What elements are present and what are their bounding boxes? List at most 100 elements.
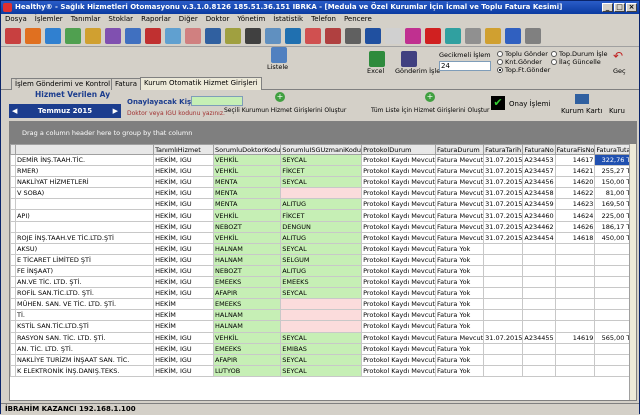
radio-top-ft-gonder[interactable]: Top.Ft.Gönder (497, 66, 550, 74)
table-cell[interactable]: Protokol Kaydı Mevcut (361, 276, 436, 289)
table-cell[interactable]: HEKİM, IGU (153, 287, 214, 300)
menu-tanimlar[interactable]: Tanımlar (67, 14, 105, 25)
table-cell[interactable] (280, 298, 363, 311)
table-cell[interactable]: Fatura Yok (434, 364, 485, 377)
table-cell[interactable]: HEKİM, IGU (153, 353, 214, 366)
table-cell[interactable]: 31.07.2015 (483, 198, 524, 211)
table-cell[interactable] (280, 187, 363, 200)
excel-button[interactable]: Excel (367, 67, 384, 75)
table-cell[interactable]: HEKİM, IGU (153, 242, 214, 255)
table-cell[interactable]: Fatura Yok (434, 342, 485, 355)
table-cell[interactable]: A234456 (522, 176, 556, 189)
table-row[interactable]: V SOBA) HEKİM, IGU MENTA Protokol Kaydı Mev… (10, 187, 636, 200)
menu-telefon[interactable]: Telefon (307, 14, 340, 25)
table-cell[interactable]: 14621 (554, 165, 596, 178)
maximize-button[interactable]: □ (614, 3, 625, 12)
table-cell[interactable]: 31.07.2015 (483, 209, 524, 222)
undo-label[interactable]: Geç (613, 67, 626, 75)
table-cell[interactable]: FİKCET (280, 165, 363, 178)
vertical-scrollbar[interactable] (629, 144, 636, 400)
table-cell[interactable]: 31.07.2015 (483, 176, 524, 189)
table-cell[interactable]: EMEEKS (280, 276, 363, 289)
table-cell[interactable]: API) (14, 209, 155, 222)
table-cell[interactable] (483, 276, 524, 289)
table-cell[interactable]: HALNAM (212, 253, 282, 266)
monitor-icon[interactable] (245, 28, 261, 44)
table-cell[interactable]: SEYCAL (280, 353, 363, 366)
table-cell[interactable]: SEYCAL (280, 176, 363, 189)
report-icon[interactable] (85, 28, 101, 44)
table-row[interactable]: K ELEKTRONİK İNŞ.DANIŞ.TEKS. HEKİM, IGU LU… (10, 364, 636, 377)
table-cell[interactable]: K ELEKTRONİK İNŞ.DANIŞ.TEKS. (14, 364, 155, 377)
table-cell[interactable]: Fatura Yok (434, 242, 485, 255)
table-cell[interactable]: Protokol Kaydı Mevcut (361, 153, 436, 167)
table-cell[interactable] (280, 320, 363, 333)
table-cell[interactable] (483, 242, 524, 255)
month-picker[interactable]: ◀ Temmuz 2015 ▶ (9, 104, 121, 118)
column-header[interactable] (14, 144, 155, 155)
table-cell[interactable]: RMER) (14, 165, 155, 178)
table-cell[interactable]: KSTİL SAN.TİC.LTD.ŞTİ (14, 320, 155, 333)
column-header[interactable]: SorumluISGUzmaniKodu (280, 144, 363, 155)
table-row[interactable]: E TİCARET LİMİTED ŞTİ HEKİM, IGU HALNAM SEL… (10, 253, 636, 266)
table-cell[interactable]: Protokol Kaydı Mevcut (361, 287, 436, 300)
table-row[interactable]: RMER) HEKİM, IGU VEHKİL FİKCET Protokol Kayd… (10, 165, 636, 178)
prev-month-icon[interactable]: ◀ (12, 104, 17, 118)
table-cell[interactable] (522, 309, 556, 322)
table-cell[interactable]: Protokol Kaydı Mevcut (361, 264, 436, 278)
user-icon[interactable] (165, 28, 181, 44)
table-cell[interactable]: A234453 (522, 153, 556, 167)
listele-button[interactable]: Listele (267, 63, 288, 71)
table-cell[interactable]: E TİCARET LİMİTED ŞTİ (14, 253, 155, 266)
tab-islem-gonderimi[interactable]: İşlem Gönderimi ve Kontrol (11, 78, 115, 90)
table-cell[interactable]: SEYCAL (280, 331, 363, 344)
secili-kurum-button[interactable]: Seçili Kurumun Hizmet Girişlerini Oluştu… (224, 107, 346, 114)
table-cell[interactable]: SELGUM (280, 253, 363, 266)
table-cell[interactable]: Fatura Mevcut (434, 198, 485, 211)
chart-icon[interactable] (205, 28, 221, 44)
table-cell[interactable]: VEHKİL (212, 331, 282, 344)
table-row[interactable]: NAKLİYE TURİZM İNŞAAT SAN. TİC. HEKİM, IG… (10, 353, 636, 366)
patient-icon[interactable] (5, 28, 21, 44)
table-cell[interactable] (14, 198, 155, 211)
table-cell[interactable]: Fatura Mevcut (434, 209, 485, 222)
table-cell[interactable]: 14617 (554, 153, 596, 167)
table-cell[interactable]: HEKİM, IGU (153, 165, 214, 178)
table-cell[interactable] (522, 253, 556, 266)
table-cell[interactable]: ALITUG (280, 231, 363, 244)
table-cell[interactable]: EMIBAS (280, 342, 363, 355)
table-cell[interactable]: FE İNŞAAT) (14, 264, 155, 278)
next-month-icon[interactable]: ▶ (113, 104, 118, 118)
table-cell[interactable]: EMEEKS (212, 298, 282, 311)
table-row[interactable]: HEKİM, IGU MENTA ALITUG Protokol Kaydı Mevc… (10, 198, 636, 211)
table-cell[interactable]: HEKİM (153, 298, 214, 311)
table-cell[interactable]: A234454 (522, 231, 556, 244)
table-row[interactable]: DEMİR İNŞ.TAAH.TİC. HEKİM, IGU VEHKİL SEYCA… (10, 153, 636, 167)
table-row[interactable]: HEKİM, IGU NEBOZT DENGUN Protokol Kaydı Mev… (10, 220, 636, 233)
table-cell[interactable] (522, 342, 556, 355)
table-cell[interactable]: NEBOZT (212, 264, 282, 278)
table-row[interactable]: MÜHEN. SAN. VE TİC. LTD. ŞTİ. HEKİM EMEEKS… (10, 298, 636, 311)
table-icon[interactable] (285, 28, 301, 44)
table-row[interactable]: Tİ. HEKİM HALNAM Protokol Kaydı Mevcut Fatur… (10, 309, 636, 322)
table-cell[interactable]: 14626 (554, 220, 596, 233)
table-cell[interactable]: Protokol Kaydı Mevcut (361, 364, 436, 377)
table-cell[interactable]: 14623 (554, 198, 596, 211)
table-cell[interactable]: 31.07.2015 (483, 187, 524, 200)
table-cell[interactable]: VEHKİL (212, 231, 282, 244)
table-cell[interactable] (554, 264, 596, 278)
column-header[interactable]: ProtokolDurum (361, 144, 436, 155)
flask-icon[interactable] (105, 28, 121, 44)
table-cell[interactable]: Fatura Mevcut (434, 176, 485, 189)
table-cell[interactable]: Protokol Kaydı Mevcut (361, 187, 436, 200)
table-cell[interactable]: A234455 (522, 331, 556, 344)
menu-yonetim[interactable]: Yönetim (233, 14, 269, 25)
table-cell[interactable]: Protokol Kaydı Mevcut (361, 209, 436, 222)
table-cell[interactable]: A234460 (522, 209, 556, 222)
table-cell[interactable]: Fatura Yok (434, 298, 485, 311)
table-cell[interactable]: NAKLİYE TURİZM İNŞAAT SAN. TİC. (14, 353, 155, 366)
table-cell[interactable]: FİKCET (280, 209, 363, 222)
table-cell[interactable]: HEKİM, IGU (153, 220, 214, 233)
table-cell[interactable]: 14620 (554, 176, 596, 189)
table-cell[interactable]: Fatura Mevcut (434, 165, 485, 178)
